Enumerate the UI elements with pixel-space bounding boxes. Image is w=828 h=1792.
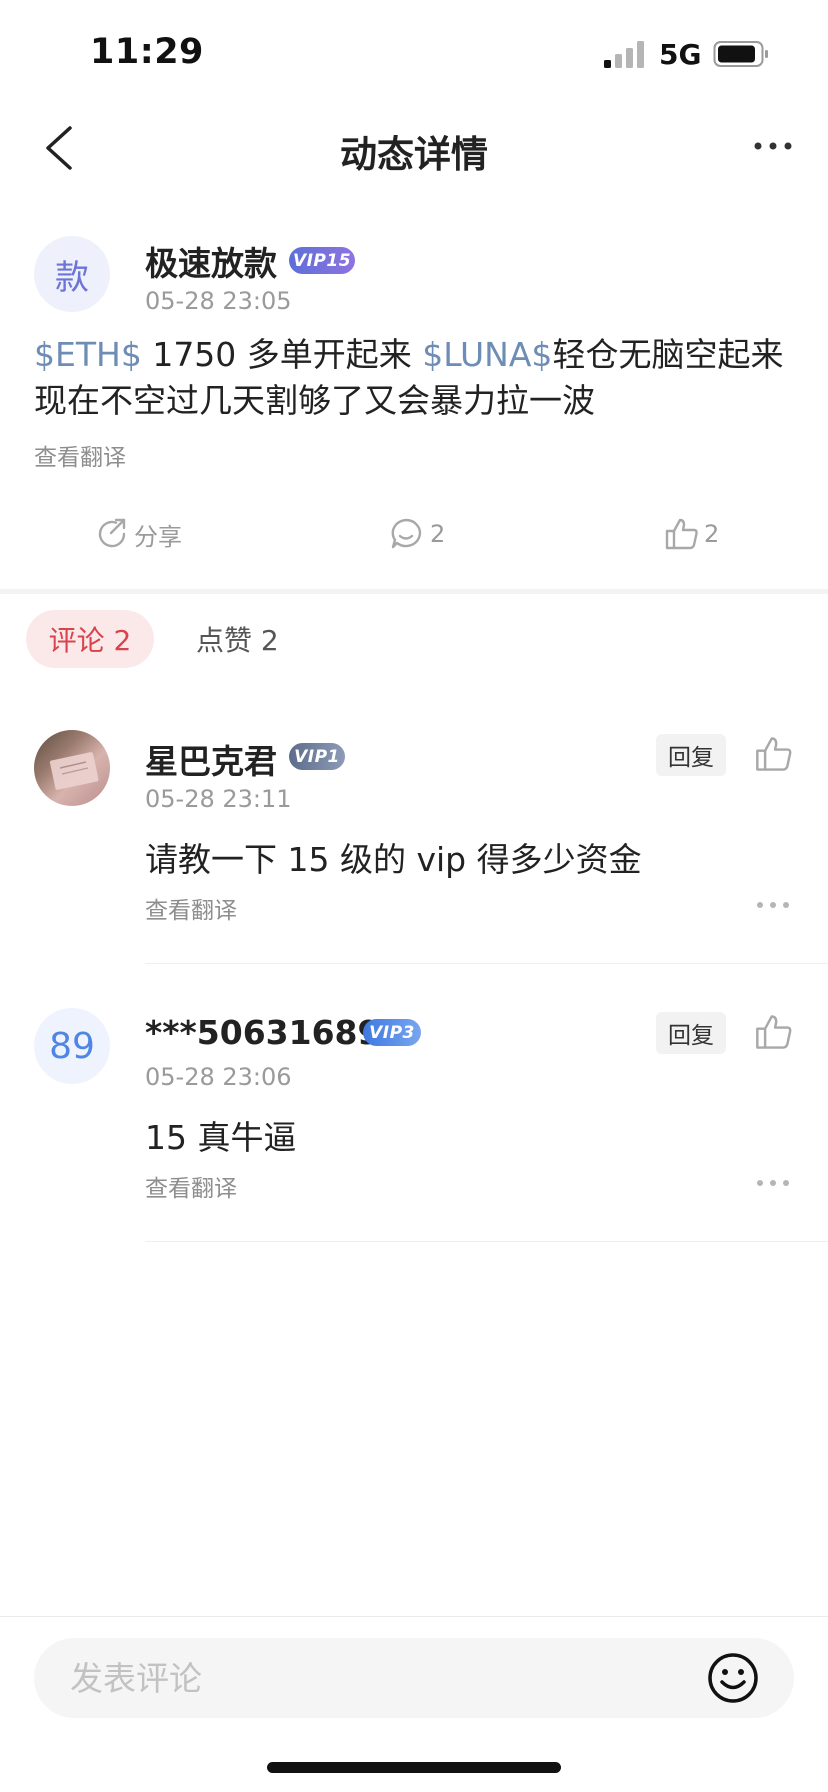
comment-time: 05-28 23:06 — [145, 1063, 292, 1091]
home-indicator — [267, 1762, 561, 1773]
comment-divider — [145, 1241, 828, 1242]
commenter-name[interactable]: ***50631689 — [145, 1013, 380, 1052]
page-title: 动态详情 — [340, 133, 488, 176]
tab-comments[interactable]: 评论 2 — [26, 610, 154, 668]
eth-tag-link[interactable]: $ETH$ — [34, 335, 142, 374]
share-icon — [98, 518, 126, 548]
commenter-avatar[interactable] — [34, 730, 110, 806]
comment-more-icon[interactable] — [755, 1177, 791, 1189]
reply-button[interactable]: 回复 — [656, 734, 726, 776]
comment-translate-link[interactable]: 查看翻译 — [145, 891, 237, 925]
comment-text: 15 真牛逼 — [145, 1118, 297, 1157]
vip-badge: VIP3 — [363, 1019, 421, 1046]
status-time: 11:29 — [90, 32, 204, 72]
post-text-part1: 1750 多单开起来 — [141, 335, 423, 374]
post-author-avatar[interactable]: 款 — [34, 236, 110, 312]
comment-like-icon[interactable] — [754, 734, 794, 774]
thumbs-up-icon — [665, 518, 698, 550]
like-count: 2 — [704, 520, 720, 548]
comment-more-icon[interactable] — [755, 899, 791, 911]
commenter-name[interactable]: 星巴克君 — [145, 735, 277, 783]
section-divider — [0, 589, 828, 594]
post-translate-link[interactable]: 查看翻译 — [34, 438, 126, 472]
tab-likes[interactable]: 点赞 2 — [196, 610, 279, 668]
avatar-photo-image — [49, 752, 99, 790]
luna-tag-link[interactable]: $LUNA$ — [422, 335, 552, 374]
battery-icon — [713, 41, 768, 67]
emoji-icon[interactable] — [706, 1651, 760, 1705]
commenter-avatar[interactable]: 89 — [34, 1008, 110, 1084]
status-bar: 11:29 5G — [0, 0, 828, 108]
more-options-icon[interactable] — [748, 126, 798, 166]
comment-input[interactable] — [70, 1638, 670, 1718]
reply-button[interactable]: 回复 — [656, 1012, 726, 1054]
bottom-divider — [0, 1616, 828, 1617]
post-time: 05-28 23:05 — [145, 287, 292, 315]
comment-translate-link[interactable]: 查看翻译 — [145, 1169, 237, 1203]
vip-badge: VIP1 — [289, 743, 345, 770]
vip-badge: VIP15 — [289, 247, 355, 274]
comment-divider — [145, 963, 828, 964]
share-label: 分享 — [134, 522, 182, 551]
post-author-name[interactable]: 极速放款 — [145, 237, 277, 285]
like-button[interactable]: 2 — [664, 514, 719, 554]
comment-count: 2 — [430, 520, 446, 548]
share-button[interactable]: 分享 — [94, 514, 182, 554]
comment-button[interactable]: 2 — [388, 514, 445, 554]
comment-like-icon[interactable] — [754, 1012, 794, 1052]
nav-bar: 动态详情 — [0, 108, 828, 188]
post-content: $ETH$ 1750 多单开起来 $LUNA$轻仓无脑空起来现在不空过几天割够了… — [34, 332, 802, 424]
comment-input-bar — [34, 1638, 794, 1718]
comment-bubble-icon — [391, 518, 422, 549]
comment-text: 请教一下 15 级的 vip 得多少资金 — [145, 840, 642, 879]
signal-icon — [604, 40, 646, 68]
network-label: 5G — [659, 38, 702, 71]
comment-time: 05-28 23:11 — [145, 785, 292, 813]
